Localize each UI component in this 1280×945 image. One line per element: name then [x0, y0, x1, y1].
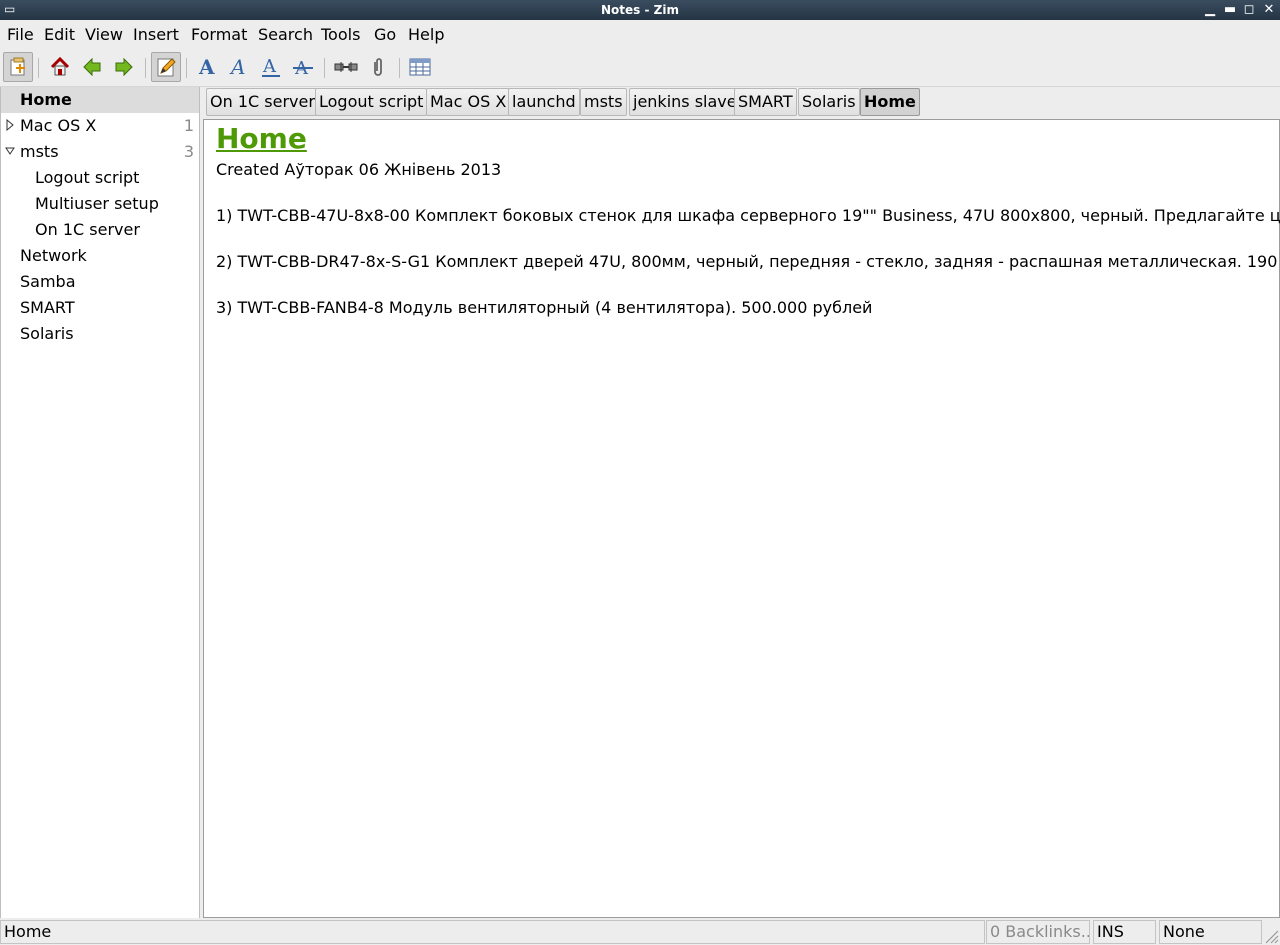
shade-icon[interactable]: ▁ [1202, 2, 1218, 18]
tree-item-count: 1 [183, 116, 194, 135]
tree-item-on-1c-server[interactable]: On 1C server [1, 217, 199, 243]
tree-item-label: msts [20, 142, 59, 161]
page-line-3: 3) TWT-CBB-FANB4-8 Модуль вентиляторный … [216, 298, 873, 317]
resize-grip-icon[interactable] [1263, 928, 1279, 944]
path-button-smart[interactable]: SMART [734, 88, 797, 116]
menu-bar: File Edit View Insert Format Search Tool… [0, 20, 1280, 48]
tree-item-label: Multiuser setup [35, 194, 159, 213]
strike-icon[interactable]: A [288, 52, 318, 82]
status-insert-mode: INS [1093, 920, 1156, 944]
tree-item-label: Mac OS X [20, 116, 97, 135]
notebook-icon[interactable] [3, 52, 33, 82]
tree-item-msts[interactable]: msts 3 [1, 139, 199, 165]
status-bar: Home 0 Backlinks... INS None [0, 918, 1280, 945]
menu-file[interactable]: File [7, 25, 34, 44]
tree-item-label: On 1C server [35, 220, 140, 239]
tree-item-mac-os-x[interactable]: Mac OS X 1 [1, 113, 199, 139]
expand-arrow-icon[interactable] [5, 119, 15, 131]
table-icon[interactable] [405, 52, 435, 82]
menu-help[interactable]: Help [408, 25, 444, 44]
tree-item-multiuser-setup[interactable]: Multiuser setup [1, 191, 199, 217]
page-index-tree[interactable]: Home Mac OS X 1 msts 3 Logout script Mul… [0, 87, 200, 918]
tree-item-logout-script[interactable]: Logout script [1, 165, 199, 191]
back-icon[interactable] [77, 52, 107, 82]
bold-icon[interactable]: A [192, 52, 222, 82]
menu-go[interactable]: Go [374, 25, 396, 44]
collapse-arrow-icon[interactable] [5, 145, 15, 157]
link-icon[interactable] [331, 52, 361, 82]
status-page-name: Home [0, 920, 985, 944]
menu-view[interactable]: View [85, 25, 123, 44]
tree-item-solaris[interactable]: Solaris [1, 321, 199, 347]
path-button-solaris[interactable]: Solaris [798, 88, 860, 116]
svg-text:A: A [229, 56, 245, 78]
tree-item-samba[interactable]: Samba [1, 269, 199, 295]
status-style: None [1159, 920, 1262, 944]
tree-item-label: SMART [20, 298, 75, 317]
path-button-launchd[interactable]: launchd [508, 88, 580, 116]
tree-item-label: Samba [20, 272, 76, 291]
path-button-jenkins-slave[interactable]: jenkins slave [629, 88, 741, 116]
path-button-mac-os-x[interactable]: Mac OS X [426, 88, 511, 116]
svg-text:A: A [198, 56, 215, 78]
tree-item-label: Home [20, 90, 72, 109]
menu-edit[interactable]: Edit [44, 25, 75, 44]
tree-item-home[interactable]: Home [1, 87, 199, 113]
path-button-home[interactable]: Home [860, 88, 920, 116]
path-bar: On 1C server Logout script Mac OS X laun… [203, 87, 1280, 119]
minimize-icon[interactable]: ▬ [1222, 2, 1238, 18]
backlinks-button[interactable]: 0 Backlinks... [986, 920, 1090, 944]
window-title: Notes - Zim [601, 3, 679, 17]
menu-insert[interactable]: Insert [133, 25, 179, 44]
tree-item-label: Solaris [20, 324, 74, 343]
tree-item-label: Logout script [35, 168, 140, 187]
maximize-icon[interactable]: ◻ [1241, 2, 1257, 18]
path-button-msts[interactable]: msts [580, 88, 627, 116]
tree-item-network[interactable]: Network [1, 243, 199, 269]
page-line-2: 2) TWT-CBB-DR47-8x-S-G1 Комплект дверей … [216, 252, 1280, 271]
toolbar: A A A A [0, 48, 1280, 87]
page-line-1: 1) TWT-CBB-47U-8x8-00 Комплект боковых с… [216, 206, 1280, 225]
tree-item-label: Network [20, 246, 87, 265]
close-icon[interactable]: ✕ [1261, 2, 1277, 18]
window-titlebar: ▭ Notes - Zim ▁ ▬ ◻ ✕ [0, 0, 1280, 20]
italic-icon[interactable]: A [224, 52, 254, 82]
forward-icon[interactable] [109, 52, 139, 82]
path-button-on-1c-server[interactable]: On 1C server [206, 88, 319, 116]
attach-icon[interactable] [363, 52, 393, 82]
page-heading: Home [216, 122, 307, 155]
edit-icon[interactable] [151, 52, 181, 82]
menu-search[interactable]: Search [258, 25, 313, 44]
path-button-logout-script[interactable]: Logout script [315, 88, 428, 116]
page-editor[interactable]: Home Created Аўторак 06 Жнівень 2013 1) … [203, 119, 1280, 918]
underline-icon[interactable]: A [256, 52, 286, 82]
svg-text:A: A [262, 56, 277, 77]
home-icon[interactable] [45, 52, 75, 82]
menu-tools[interactable]: Tools [321, 25, 360, 44]
page-created-line: Created Аўторак 06 Жнівень 2013 [216, 160, 502, 179]
tree-item-count: 3 [183, 142, 194, 161]
tree-item-smart[interactable]: SMART [1, 295, 199, 321]
menu-format[interactable]: Format [191, 25, 247, 44]
